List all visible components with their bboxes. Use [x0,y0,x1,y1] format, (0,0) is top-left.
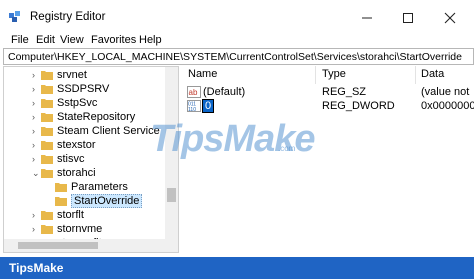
column-divider[interactable] [415,66,416,84]
watermark-domain: .com [278,144,296,153]
folder-icon [41,169,53,178]
chevron-down-icon[interactable]: ⌄ [32,168,40,179]
tree-item-label: SSDPSRV [57,83,110,95]
svg-text:ab: ab [189,88,198,97]
menu-help[interactable]: Help [139,34,162,46]
menu-edit[interactable]: Edit [36,34,55,46]
value-type: REG_SZ [322,86,367,98]
column-header-name[interactable]: Name [188,68,217,84]
window-title: Registry Editor [30,11,106,23]
title-bar: Registry Editor [0,0,474,32]
chevron-right-icon[interactable]: › [32,112,35,122]
column-divider[interactable] [315,66,316,84]
address-bar[interactable]: Computer\HKEY_LOCAL_MACHINE\SYSTEM\Curre… [3,48,474,65]
tree-item-label: SstpSvc [57,97,98,109]
folder-icon [41,71,53,80]
chevron-right-icon[interactable]: › [32,224,35,234]
footer-banner: TipsMake [0,257,474,279]
menu-file[interactable]: File [11,34,29,46]
tree-item-label: StartOverride [71,194,143,208]
scrollbar-thumb[interactable] [167,188,176,202]
value-name-editing[interactable]: 0 [202,99,215,113]
chevron-right-icon[interactable]: › [32,210,35,220]
column-header-type[interactable]: Type [322,68,346,84]
folder-icon [41,141,53,150]
tree-item-label: Steam Client Service [57,125,160,137]
address-path: Computer\HKEY_LOCAL_MACHINE\SYSTEM\Curre… [8,51,462,63]
minimize-icon[interactable] [357,9,377,27]
chevron-right-icon[interactable]: › [32,98,35,108]
folder-icon [41,127,53,136]
registry-editor-icon [9,11,20,22]
tree-item-label: stisvc [57,153,85,165]
menu-favorites[interactable]: Favorites [91,34,136,46]
maximize-icon[interactable] [398,9,418,27]
folder-icon [55,197,67,206]
string-value-icon: ab [187,86,201,98]
tree-item-label: srvnet [57,69,87,81]
value-data: 0x0000000 [421,100,474,112]
folder-icon [55,183,67,192]
tree-item-label: storahci [57,167,96,179]
chevron-right-icon[interactable]: › [32,84,35,94]
folder-icon [41,85,53,94]
svg-text:110: 110 [188,107,196,112]
watermark-logo: TipsMake [150,118,315,160]
tree-horizontal-scrollbar[interactable] [4,239,165,252]
close-icon[interactable] [440,9,460,27]
tree-item-label: Parameters [71,181,128,193]
column-header-data[interactable]: Data [421,68,444,84]
value-data: (value not [421,86,470,98]
folder-icon [41,113,53,122]
folder-icon [41,155,53,164]
chevron-right-icon[interactable]: › [32,126,35,136]
value-type: REG_DWORD [322,100,395,112]
tree-item-label: stornvme [57,223,103,235]
chevron-right-icon[interactable]: › [32,154,35,164]
folder-icon [41,225,53,234]
menu-bar: File Edit View Favorites Help [0,32,474,48]
menu-view[interactable]: View [60,34,84,46]
chevron-right-icon[interactable]: › [32,140,35,150]
tree-item-label: StateRepository [57,111,136,123]
footer-brand: TipsMake [9,261,64,275]
folder-icon [41,211,53,220]
value-name: (Default) [203,86,246,98]
folder-icon [41,99,53,108]
tree-item-label: storflt [57,209,84,221]
binary-value-icon: 011 110 [187,100,201,112]
tree-item-label: stexstor [57,139,96,151]
chevron-right-icon[interactable]: › [32,70,35,80]
scrollbar-thumb[interactable] [18,242,98,249]
